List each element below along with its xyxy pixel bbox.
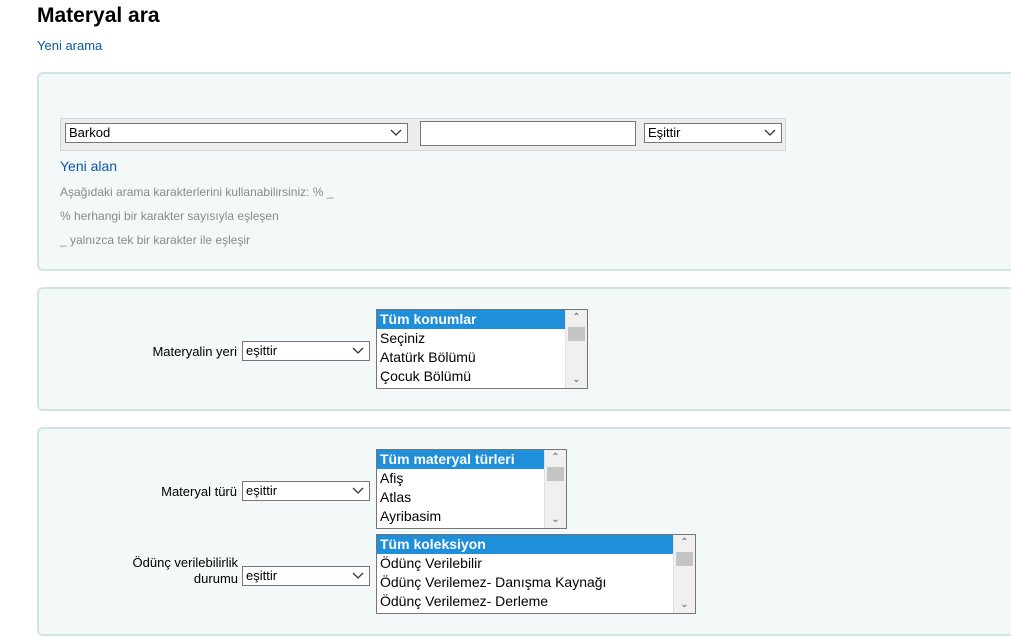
- location-operator-value: eşittir: [246, 343, 278, 358]
- search-field-row: Barkod Eşittir: [60, 118, 786, 151]
- hint-underscore: _ yalnızca tek bir karakter ile eşleşir: [60, 233, 251, 247]
- list-item[interactable]: Tüm koleksiyon: [377, 535, 695, 554]
- operator-select[interactable]: Eşittir: [644, 123, 782, 143]
- loan-status-label: Ödünç verilebilirlik durumu: [69, 555, 238, 587]
- chevron-down-icon: [352, 487, 364, 494]
- chevron-down-icon: [764, 129, 776, 136]
- page-title: Materyal ara: [37, 4, 160, 27]
- list-item[interactable]: Ödünç Verilebilir: [377, 554, 695, 573]
- list-item[interactable]: Afiş: [377, 469, 566, 488]
- field-select[interactable]: Barkod: [65, 123, 408, 143]
- list-item[interactable]: Ödünç Verilemez- Derleme: [377, 592, 695, 611]
- loan-status-operator-select[interactable]: eşittir: [242, 566, 370, 586]
- location-panel: Materyalin yeri eşittir Tüm konumlar Seç…: [37, 287, 1011, 411]
- field-select-value: Barkod: [69, 125, 111, 140]
- item-type-panel: Materyal türü eşittir Tüm materyal türle…: [37, 427, 1011, 636]
- scroll-down-icon[interactable]: ⌄: [566, 372, 587, 388]
- loan-status-label-line1: Ödünç verilebilirlik: [132, 555, 238, 570]
- location-label: Materyalin yeri: [152, 344, 237, 359]
- loan-status-label-line2: durumu: [193, 571, 238, 586]
- scrollbar[interactable]: ⌃ ⌄: [544, 450, 566, 528]
- scroll-down-icon[interactable]: ⌄: [545, 512, 566, 528]
- scroll-thumb[interactable]: [676, 552, 693, 566]
- scroll-up-icon[interactable]: ⌃: [674, 535, 695, 551]
- list-item[interactable]: Atatürk Bölümü: [377, 348, 587, 367]
- chevron-down-icon: [352, 347, 364, 354]
- list-item[interactable]: Ödünç Verilemez- Danışma Kaynağı: [377, 573, 695, 592]
- item-type-operator-select[interactable]: eşittir: [242, 481, 370, 501]
- loan-status-listbox[interactable]: Tüm koleksiyon Ödünç Verilebilir Ödünç V…: [376, 534, 696, 614]
- scrollbar[interactable]: ⌃ ⌄: [565, 310, 587, 388]
- new-field-link[interactable]: Yeni alan: [60, 158, 117, 174]
- search-value-input[interactable]: [420, 121, 636, 146]
- scrollbar[interactable]: ⌃ ⌄: [673, 535, 695, 613]
- list-item[interactable]: Ayribasim: [377, 507, 566, 526]
- item-type-label: Materyal türü: [161, 484, 237, 499]
- list-item[interactable]: Çocuk Bölümü: [377, 367, 587, 386]
- list-item[interactable]: Tüm materyal türleri: [377, 450, 566, 469]
- hint-percent: % herhangi bir karakter sayısıyla eşleşe…: [60, 209, 279, 223]
- chevron-down-icon: [352, 572, 364, 579]
- scroll-thumb[interactable]: [547, 467, 564, 481]
- operator-select-value: Eşittir: [648, 125, 681, 140]
- location-operator-select[interactable]: eşittir: [242, 341, 370, 361]
- item-type-listbox[interactable]: Tüm materyal türleri Afiş Atlas Ayribasi…: [376, 449, 567, 529]
- location-listbox[interactable]: Tüm konumlar Seçiniz Atatürk Bölümü Çocu…: [376, 309, 588, 389]
- list-item[interactable]: Atlas: [377, 488, 566, 507]
- scroll-up-icon[interactable]: ⌃: [545, 450, 566, 466]
- hint-wildcards: Aşağıdaki arama karakterlerini kullanabi…: [60, 185, 334, 199]
- chevron-down-icon: [390, 129, 402, 136]
- list-item[interactable]: Seçiniz: [377, 329, 587, 348]
- scroll-up-icon[interactable]: ⌃: [566, 310, 587, 326]
- scroll-down-icon[interactable]: ⌄: [674, 597, 695, 613]
- item-type-operator-value: eşittir: [246, 483, 278, 498]
- list-item[interactable]: Tüm konumlar: [377, 310, 587, 329]
- new-search-link[interactable]: Yeni arama: [37, 38, 102, 53]
- field-search-panel: Barkod Eşittir Yeni alan Aşağıdaki arama…: [37, 72, 1011, 271]
- loan-status-operator-value: eşittir: [246, 568, 278, 583]
- scroll-thumb[interactable]: [568, 327, 585, 341]
